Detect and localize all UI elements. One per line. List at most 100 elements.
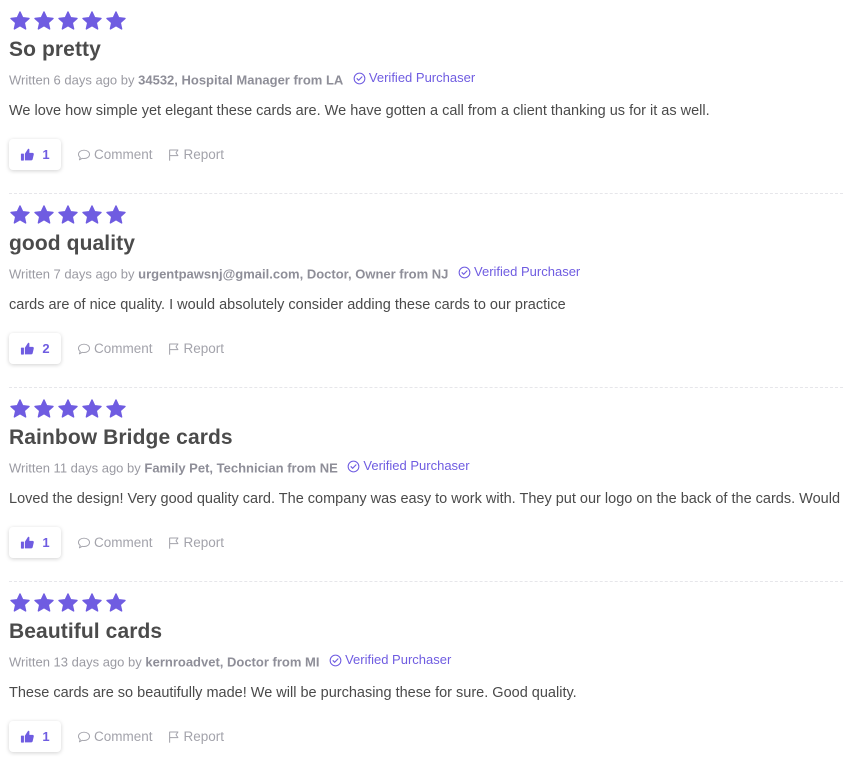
- verified-badge: Verified Purchaser: [353, 70, 475, 86]
- verified-label: Verified Purchaser: [363, 458, 470, 473]
- star-icon: [33, 398, 55, 420]
- star-icon: [57, 592, 79, 614]
- verified-badge: Verified Purchaser: [458, 264, 580, 280]
- review-actions: 2 Comment Report: [9, 333, 224, 364]
- report-label: Report: [183, 729, 225, 744]
- review-meta: Written 11 days ago by Family Pet, Techn…: [9, 458, 470, 477]
- review-title: Rainbow Bridge cards: [9, 426, 233, 449]
- star-icon: [9, 398, 31, 420]
- comment-button[interactable]: Comment: [77, 147, 153, 162]
- comment-button[interactable]: Comment: [77, 341, 153, 356]
- written-label: Written 11 days ago by: [9, 460, 141, 476]
- reviews-list: So pretty Written 6 days ago by 34532, H…: [0, 0, 843, 776]
- report-label: Report: [183, 341, 225, 356]
- star-icon: [33, 10, 55, 32]
- speech-bubble-icon: [77, 148, 91, 162]
- review-author: Family Pet, Technician from NE: [144, 460, 338, 476]
- star-rating: [9, 204, 127, 226]
- star-icon: [105, 398, 127, 420]
- star-icon: [57, 10, 79, 32]
- star-icon: [57, 398, 79, 420]
- review-actions: 1 Comment Report: [9, 139, 224, 170]
- review-meta: Written 13 days ago by kernroadvet, Doct…: [9, 652, 451, 671]
- review-title: good quality: [9, 232, 136, 255]
- review-title: Beautiful cards: [9, 620, 163, 643]
- like-count: 2: [42, 341, 50, 356]
- like-count: 1: [42, 535, 50, 550]
- like-button[interactable]: 1: [9, 139, 61, 170]
- review-body: Loved the design! Very good quality card…: [9, 491, 841, 507]
- comment-label: Comment: [94, 729, 153, 744]
- review-meta: Written 6 days ago by 34532, Hospital Ma…: [9, 70, 475, 89]
- written-label: Written 7 days ago by: [9, 266, 135, 282]
- like-button[interactable]: 2: [9, 333, 61, 364]
- star-rating: [9, 398, 127, 420]
- star-icon: [9, 10, 31, 32]
- verified-label: Verified Purchaser: [368, 70, 476, 85]
- speech-bubble-icon: [77, 730, 91, 744]
- flag-icon: [167, 148, 181, 162]
- like-button[interactable]: 1: [9, 721, 61, 752]
- star-icon: [9, 592, 31, 614]
- review-body: cards are of nice quality. I would absol…: [9, 297, 566, 313]
- flag-icon: [167, 342, 181, 356]
- star-icon: [33, 204, 55, 226]
- verified-badge: Verified Purchaser: [329, 652, 451, 668]
- like-button[interactable]: 1: [9, 527, 61, 558]
- speech-bubble-icon: [77, 536, 91, 550]
- comment-label: Comment: [94, 147, 153, 162]
- star-icon: [105, 592, 127, 614]
- check-circle-icon: [353, 72, 366, 85]
- check-circle-icon: [329, 654, 342, 667]
- star-icon: [57, 204, 79, 226]
- written-label: Written 6 days ago by: [9, 72, 135, 88]
- star-icon: [33, 592, 55, 614]
- check-circle-icon: [458, 266, 471, 279]
- flag-icon: [167, 536, 181, 550]
- star-icon: [105, 204, 127, 226]
- star-icon: [105, 10, 127, 32]
- review-card: Beautiful cards Written 13 days ago by k…: [9, 582, 843, 776]
- speech-bubble-icon: [77, 342, 91, 356]
- report-label: Report: [183, 535, 225, 550]
- review-actions: 1 Comment Report: [9, 527, 224, 558]
- comment-button[interactable]: Comment: [77, 729, 153, 744]
- thumbs-up-icon: [20, 535, 35, 550]
- verified-label: Verified Purchaser: [474, 264, 581, 279]
- star-icon: [9, 204, 31, 226]
- comment-label: Comment: [94, 341, 153, 356]
- report-button[interactable]: Report: [167, 147, 225, 162]
- review-meta: Written 7 days ago by urgentpawsnj@gmail…: [9, 264, 580, 283]
- thumbs-up-icon: [20, 147, 35, 162]
- comment-label: Comment: [94, 535, 153, 550]
- review-author: 34532, Hospital Manager from LA: [138, 72, 344, 88]
- report-label: Report: [183, 147, 225, 162]
- review-actions: 1 Comment Report: [9, 721, 224, 752]
- review-author: kernroadvet, Doctor from MI: [145, 654, 320, 670]
- report-button[interactable]: Report: [167, 535, 225, 550]
- verified-badge: Verified Purchaser: [347, 458, 470, 474]
- like-count: 1: [42, 729, 50, 744]
- star-icon: [81, 592, 103, 614]
- star-icon: [81, 398, 103, 420]
- review-title: So pretty: [9, 38, 101, 61]
- flag-icon: [167, 730, 181, 744]
- like-count: 1: [42, 147, 50, 162]
- check-circle-icon: [347, 460, 360, 473]
- review-body: These cards are so beautifully made! We …: [9, 685, 577, 701]
- report-button[interactable]: Report: [167, 341, 225, 356]
- review-author: urgentpawsnj@gmail.com, Doctor, Owner fr…: [138, 266, 449, 282]
- star-icon: [81, 10, 103, 32]
- star-icon: [81, 204, 103, 226]
- thumbs-up-icon: [20, 341, 35, 356]
- review-card: Rainbow Bridge cards Written 11 days ago…: [9, 388, 843, 582]
- report-button[interactable]: Report: [167, 729, 225, 744]
- comment-button[interactable]: Comment: [77, 535, 153, 550]
- star-rating: [9, 592, 127, 614]
- review-body: We love how simple yet elegant these car…: [9, 103, 710, 119]
- verified-label: Verified Purchaser: [345, 652, 452, 667]
- review-card: So pretty Written 6 days ago by 34532, H…: [9, 0, 843, 194]
- thumbs-up-icon: [20, 729, 35, 744]
- review-card: good quality Written 7 days ago by urgen…: [9, 194, 843, 388]
- star-rating: [9, 10, 127, 32]
